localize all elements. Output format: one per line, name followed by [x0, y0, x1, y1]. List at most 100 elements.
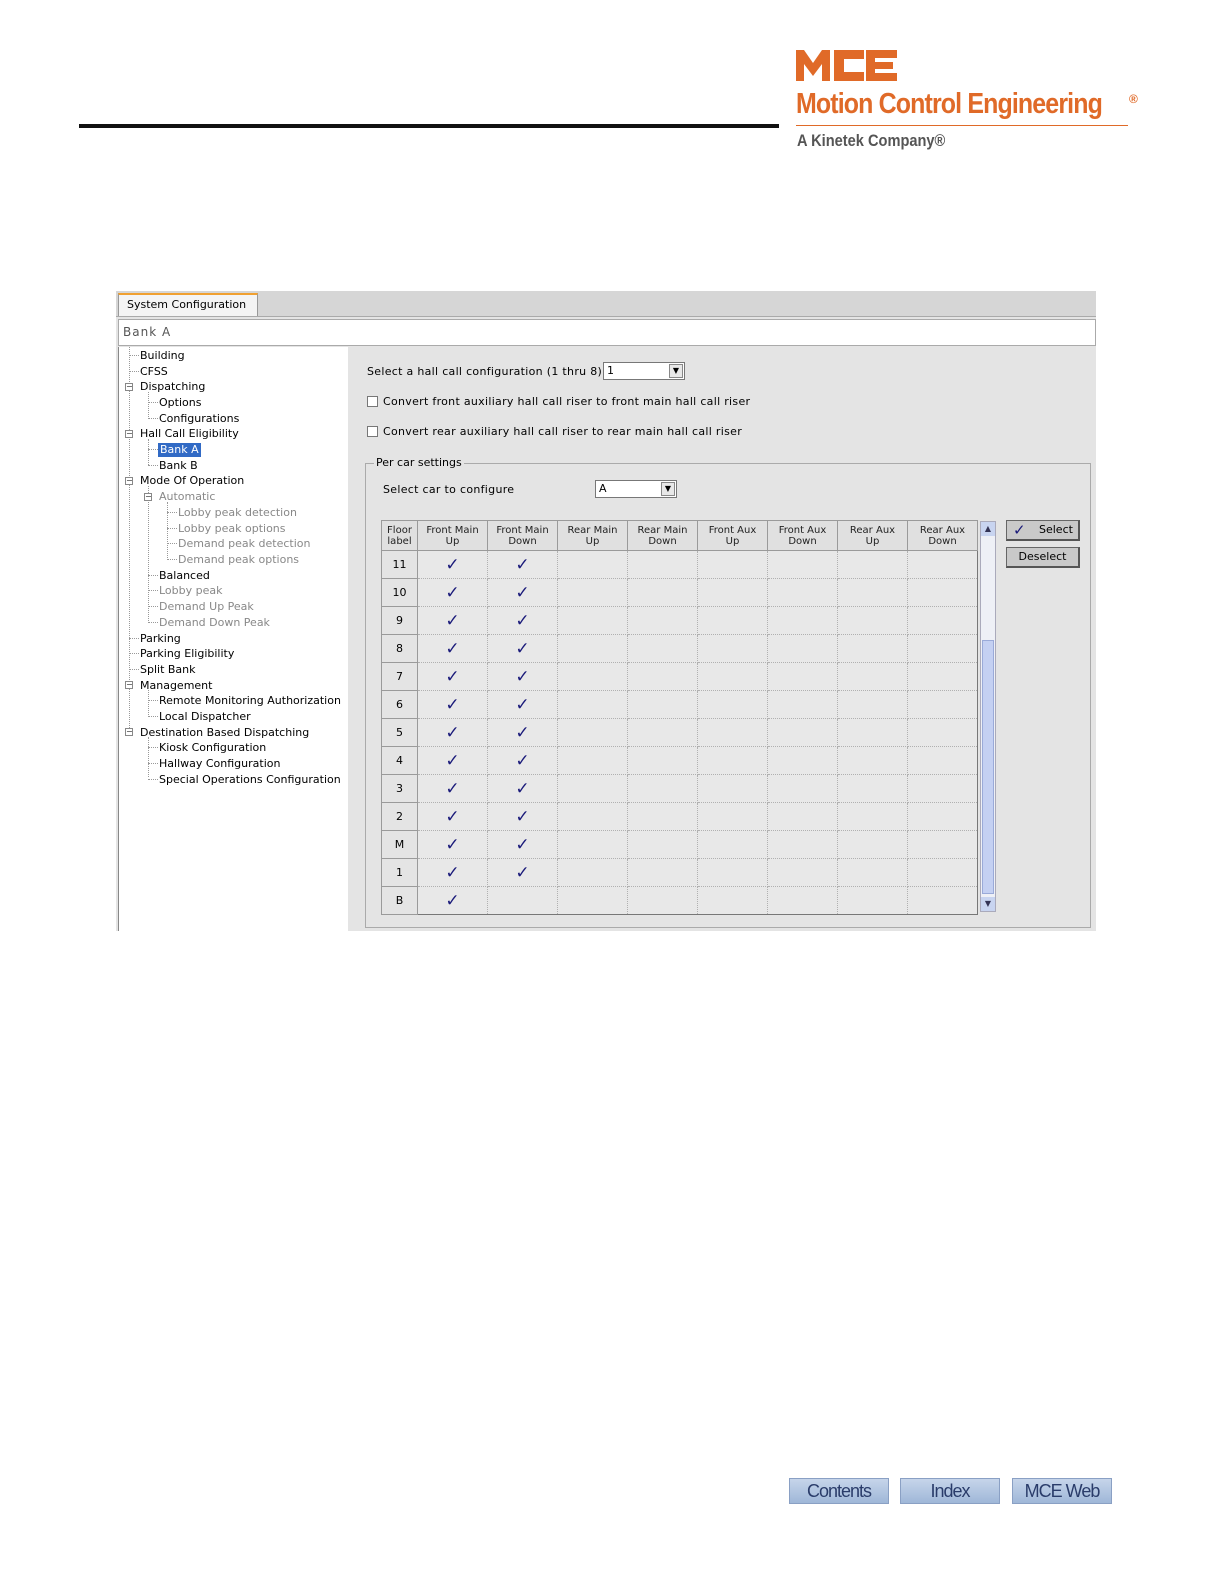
grid-cell[interactable] — [697, 746, 768, 775]
convert-front-checkbox[interactable] — [367, 396, 378, 407]
tree-item-bank-b[interactable]: Bank B — [159, 459, 198, 473]
grid-cell[interactable] — [627, 746, 698, 775]
grid-cell[interactable] — [627, 690, 698, 719]
checked-cell[interactable]: ✓ — [487, 606, 558, 635]
deselect-button[interactable]: Deselect — [1006, 547, 1080, 568]
checked-cell[interactable]: ✓ — [417, 774, 488, 803]
checked-cell[interactable]: ✓ — [487, 662, 558, 691]
grid-cell[interactable] — [487, 886, 558, 915]
grid-cell[interactable] — [697, 550, 768, 579]
mce-web-button[interactable]: MCE Web — [1012, 1478, 1112, 1504]
grid-cell[interactable] — [627, 774, 698, 803]
tree-item-remote-monitoring[interactable]: Remote Monitoring Authorization — [159, 694, 341, 708]
grid-cell[interactable] — [907, 746, 978, 775]
grid-scrollbar[interactable]: ▲ ▼ — [980, 521, 996, 912]
checked-cell[interactable]: ✓ — [487, 802, 558, 831]
checked-cell[interactable]: ✓ — [417, 550, 488, 579]
checked-cell[interactable]: ✓ — [417, 718, 488, 747]
grid-cell[interactable] — [557, 886, 628, 915]
grid-cell[interactable] — [767, 746, 838, 775]
tree-item-lobby-peak-detection[interactable]: Lobby peak detection — [178, 506, 297, 520]
tree-item-lobby-peak-options[interactable]: Lobby peak options — [178, 522, 286, 536]
grid-cell[interactable] — [557, 606, 628, 635]
scroll-up-icon[interactable]: ▲ — [981, 522, 995, 536]
grid-cell[interactable] — [557, 830, 628, 859]
dropdown-arrow-icon[interactable]: ▼ — [661, 482, 675, 496]
grid-cell[interactable] — [627, 886, 698, 915]
tree-item-mode-of-operation[interactable]: Mode Of Operation — [140, 474, 244, 488]
grid-cell[interactable] — [837, 634, 908, 663]
convert-rear-checkbox[interactable] — [367, 426, 378, 437]
grid-cell[interactable] — [907, 858, 978, 887]
grid-cell[interactable] — [697, 662, 768, 691]
tree-item-lobby-peak[interactable]: Lobby peak — [159, 584, 223, 598]
grid-cell[interactable] — [767, 858, 838, 887]
grid-cell[interactable] — [627, 634, 698, 663]
tree-item-building[interactable]: Building — [140, 349, 185, 363]
grid-cell[interactable] — [697, 830, 768, 859]
tree-item-parking[interactable]: Parking — [140, 632, 181, 646]
grid-cell[interactable] — [907, 550, 978, 579]
grid-cell[interactable] — [697, 578, 768, 607]
grid-cell[interactable] — [767, 690, 838, 719]
grid-cell[interactable] — [907, 802, 978, 831]
grid-cell[interactable] — [627, 718, 698, 747]
grid-cell[interactable] — [767, 662, 838, 691]
grid-cell[interactable] — [697, 858, 768, 887]
index-button[interactable]: Index — [900, 1478, 1000, 1504]
grid-cell[interactable] — [837, 690, 908, 719]
grid-cell[interactable] — [907, 606, 978, 635]
grid-cell[interactable] — [627, 858, 698, 887]
select-button[interactable]: ✓ Select — [1006, 520, 1080, 541]
checked-cell[interactable]: ✓ — [417, 606, 488, 635]
grid-cell[interactable] — [907, 774, 978, 803]
tab-system-configuration[interactable]: System Configuration — [118, 293, 258, 316]
checked-cell[interactable]: ✓ — [487, 774, 558, 803]
grid-cell[interactable] — [837, 830, 908, 859]
tree-item-dispatching[interactable]: Dispatching — [140, 380, 205, 394]
grid-cell[interactable] — [697, 690, 768, 719]
tree-item-destination-based-dispatching[interactable]: Destination Based Dispatching — [140, 726, 309, 740]
grid-cell[interactable] — [557, 690, 628, 719]
grid-cell[interactable] — [767, 634, 838, 663]
tree-collapse-icon[interactable]: − — [144, 493, 152, 501]
checked-cell[interactable]: ✓ — [487, 634, 558, 663]
tree-item-local-dispatcher[interactable]: Local Dispatcher — [159, 710, 251, 724]
grid-cell[interactable] — [907, 830, 978, 859]
tree-item-bank-a[interactable]: Bank A — [158, 443, 201, 457]
grid-cell[interactable] — [557, 746, 628, 775]
grid-cell[interactable] — [767, 606, 838, 635]
grid-cell[interactable] — [697, 634, 768, 663]
grid-cell[interactable] — [837, 662, 908, 691]
contents-button[interactable]: Contents — [789, 1478, 889, 1504]
checked-cell[interactable]: ✓ — [417, 886, 488, 915]
checked-cell[interactable]: ✓ — [487, 718, 558, 747]
grid-cell[interactable] — [627, 662, 698, 691]
grid-cell[interactable] — [557, 662, 628, 691]
tree-item-split-bank[interactable]: Split Bank — [140, 663, 196, 677]
grid-cell[interactable] — [837, 578, 908, 607]
checked-cell[interactable]: ✓ — [417, 802, 488, 831]
hall-call-config-select[interactable]: 1 ▼ — [603, 362, 685, 380]
tree-item-cfss[interactable]: CFSS — [140, 365, 168, 379]
tree-item-hall-call-eligibility[interactable]: Hall Call Eligibility — [140, 427, 239, 441]
grid-cell[interactable] — [837, 858, 908, 887]
grid-cell[interactable] — [907, 718, 978, 747]
grid-cell[interactable] — [697, 802, 768, 831]
grid-cell[interactable] — [697, 606, 768, 635]
grid-cell[interactable] — [697, 774, 768, 803]
grid-cell[interactable] — [767, 550, 838, 579]
tree-item-demand-peak-detection[interactable]: Demand peak detection — [178, 537, 310, 551]
grid-cell[interactable] — [557, 718, 628, 747]
select-car-select[interactable]: A ▼ — [595, 480, 677, 498]
tree-item-demand-peak-options[interactable]: Demand peak options — [178, 553, 299, 567]
checked-cell[interactable]: ✓ — [487, 858, 558, 887]
scrollbar-thumb[interactable] — [982, 640, 994, 894]
tree-item-management[interactable]: Management — [140, 679, 212, 693]
grid-cell[interactable] — [767, 718, 838, 747]
grid-cell[interactable] — [837, 550, 908, 579]
grid-cell[interactable] — [557, 578, 628, 607]
tree-collapse-icon[interactable]: − — [125, 430, 133, 438]
grid-cell[interactable] — [557, 802, 628, 831]
grid-cell[interactable] — [697, 886, 768, 915]
